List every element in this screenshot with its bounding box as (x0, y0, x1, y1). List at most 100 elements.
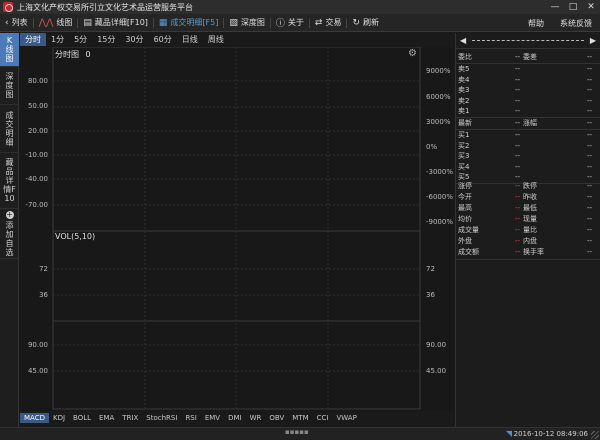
list-icon: ▦ (158, 17, 168, 28)
stat-value: -- (586, 204, 592, 213)
stat-value: -- (586, 215, 592, 224)
product-name-placeholder (472, 40, 584, 41)
stat-label: 涨停 (458, 182, 472, 191)
row-label: 卖5 (458, 65, 470, 74)
splitter-handle[interactable]: ▪▪▪▪▪ (285, 428, 309, 436)
help-button[interactable]: 帮助 (520, 14, 552, 32)
refresh-icon: ↻ (352, 17, 360, 28)
back-label: 列表 (11, 18, 28, 27)
indicator-tab-trix[interactable]: TRIX (118, 413, 142, 423)
order-book-row: 买1 -- -- (456, 130, 600, 141)
row-value: -- (586, 107, 592, 116)
minimize-button[interactable]: — (546, 0, 564, 14)
info-icon: ⓘ (275, 19, 285, 29)
triangle-right-icon[interactable]: ▶ (590, 36, 596, 45)
indicator-tab-boll[interactable]: BOLL (69, 413, 95, 423)
row-value: -- (514, 152, 520, 161)
period-tab-60m[interactable]: 60分 (149, 33, 177, 46)
stat-value: -- (514, 193, 520, 202)
timeshare-label: 分时图 (55, 50, 79, 59)
stats-row: 外盘 -- 内盘 -- (456, 236, 600, 247)
price-tick-left: 80.00 (27, 77, 48, 85)
row-label: 涨幅 (523, 119, 537, 128)
tab-kline-label: K线图 (5, 36, 14, 63)
indicator-tab-obv[interactable]: OBV (265, 413, 288, 423)
toolbar-right: 帮助 系统反馈 (520, 14, 600, 32)
indicator-tab-rsi[interactable]: RSI (181, 413, 200, 423)
percent-tick-right: 9000% (426, 67, 451, 75)
wifi-icon: ◥ (505, 429, 512, 438)
tab-add-favorite[interactable]: + 添加自选 (0, 209, 19, 259)
stats-row: 最高 -- 最低 -- (456, 203, 600, 214)
stats-row: 成交额 -- 换手率 -- (456, 247, 600, 258)
period-tab-5m[interactable]: 5分 (69, 33, 92, 46)
product-detail-label: 藏品详细[F10] (94, 18, 148, 27)
about-button[interactable]: ⓘ 关于 (271, 14, 309, 32)
refresh-label: 刷新 (363, 18, 379, 27)
trade-detail-button[interactable]: ▦ 成交明细[F5] (154, 14, 223, 32)
indicator-tab-ema[interactable]: EMA (95, 413, 118, 423)
price-tick-left: -70.00 (25, 201, 48, 209)
stat-label: 现量 (523, 215, 537, 224)
period-tab-1m[interactable]: 1分 (46, 33, 69, 46)
row-label: 买1 (458, 131, 470, 140)
tab-trade-detail[interactable]: 成交明细 (0, 105, 19, 153)
exchange-icon: ⇄ (314, 17, 323, 28)
row-value: -- (586, 162, 592, 171)
stat-label: 跌停 (523, 182, 537, 191)
stat-value: -- (514, 204, 520, 213)
line-chart-label: 线图 (56, 18, 73, 27)
period-tab-timeshare[interactable]: 分时 (20, 33, 46, 46)
order-book-row: 卖2 -- -- (456, 96, 600, 107)
triangle-left-icon[interactable]: ◀ (460, 36, 466, 45)
tab-product-detail[interactable]: 藏品详情F10 (0, 153, 19, 209)
indicator-tab-kdj[interactable]: KDJ (49, 413, 69, 423)
stat-label: 昨收 (523, 193, 537, 202)
product-detail-button[interactable]: ▤ 藏品详细[F10] (78, 14, 153, 32)
gear-icon[interactable]: ⚙ (408, 48, 417, 59)
tab-kline[interactable]: K线图 (0, 33, 19, 67)
feedback-button[interactable]: 系统反馈 (552, 14, 600, 32)
indicator-tick-right: 45.00 (426, 367, 447, 375)
chart-grid (52, 47, 421, 410)
row-value: -- (514, 53, 520, 62)
row-value: -- (586, 53, 592, 62)
period-tab-daily[interactable]: 日线 (177, 33, 203, 46)
order-book-row: 买2 -- -- (456, 141, 600, 152)
percent-tick-right: 0% (426, 143, 438, 151)
status-datetime: 2016-10-12 08:49:06 (513, 430, 588, 438)
stats-row: 均价 -- 现量 -- (456, 214, 600, 225)
stat-value: -- (586, 182, 592, 191)
row-label: 卖4 (458, 75, 470, 84)
refresh-button[interactable]: ↻ 刷新 (347, 14, 384, 32)
row-value: -- (586, 141, 592, 150)
indicator-tick-left: 90.00 (27, 341, 48, 349)
maximize-button[interactable]: □ (564, 0, 582, 14)
row-value: -- (514, 86, 520, 95)
indicator-tab-mtm[interactable]: MTM (288, 413, 312, 423)
line-chart-button[interactable]: ⋀⋀ 线图 (34, 14, 78, 32)
trade-button[interactable]: ⇄ 交易 (310, 14, 347, 32)
period-tab-weekly[interactable]: 周线 (203, 33, 229, 46)
depth-chart-button[interactable]: ▧ 深度图 (224, 14, 270, 32)
indicator-tab-vwap[interactable]: VWAP (332, 413, 360, 423)
tab-depth[interactable]: 深度图 (0, 67, 19, 105)
stats-row: 成交量 -- 量比 -- (456, 225, 600, 236)
stats-row: 今开 -- 昨收 -- (456, 192, 600, 203)
stat-value: -- (586, 226, 592, 235)
back-to-list-button[interactable]: ‹ 列表 (0, 14, 33, 32)
title-bar: 上海文化产权交易所引立文化艺术品运营服务平台 — □ ✕ (0, 0, 600, 14)
indicator-tab-wr[interactable]: WR (246, 413, 266, 423)
stat-value: -- (586, 193, 592, 202)
indicator-tab-stochrsi[interactable]: StochRSI (142, 413, 181, 423)
close-button[interactable]: ✕ (582, 0, 600, 14)
indicator-tab-emv[interactable]: EMV (201, 413, 224, 423)
indicator-tab-dmi[interactable]: DMI (224, 413, 246, 423)
indicator-tab-cci[interactable]: CCI (313, 413, 333, 423)
period-tab-15m[interactable]: 15分 (92, 33, 120, 46)
indicator-tab-macd[interactable]: MACD (20, 413, 49, 423)
period-tab-30m[interactable]: 30分 (120, 33, 148, 46)
percent-tick-right: -9000% (426, 218, 453, 226)
chart-area[interactable]: 分时图 0 ⚙ VOL(5,10) 80.00 50.00 20.00 -10.… (20, 47, 453, 411)
resize-grip-icon[interactable] (591, 431, 599, 439)
